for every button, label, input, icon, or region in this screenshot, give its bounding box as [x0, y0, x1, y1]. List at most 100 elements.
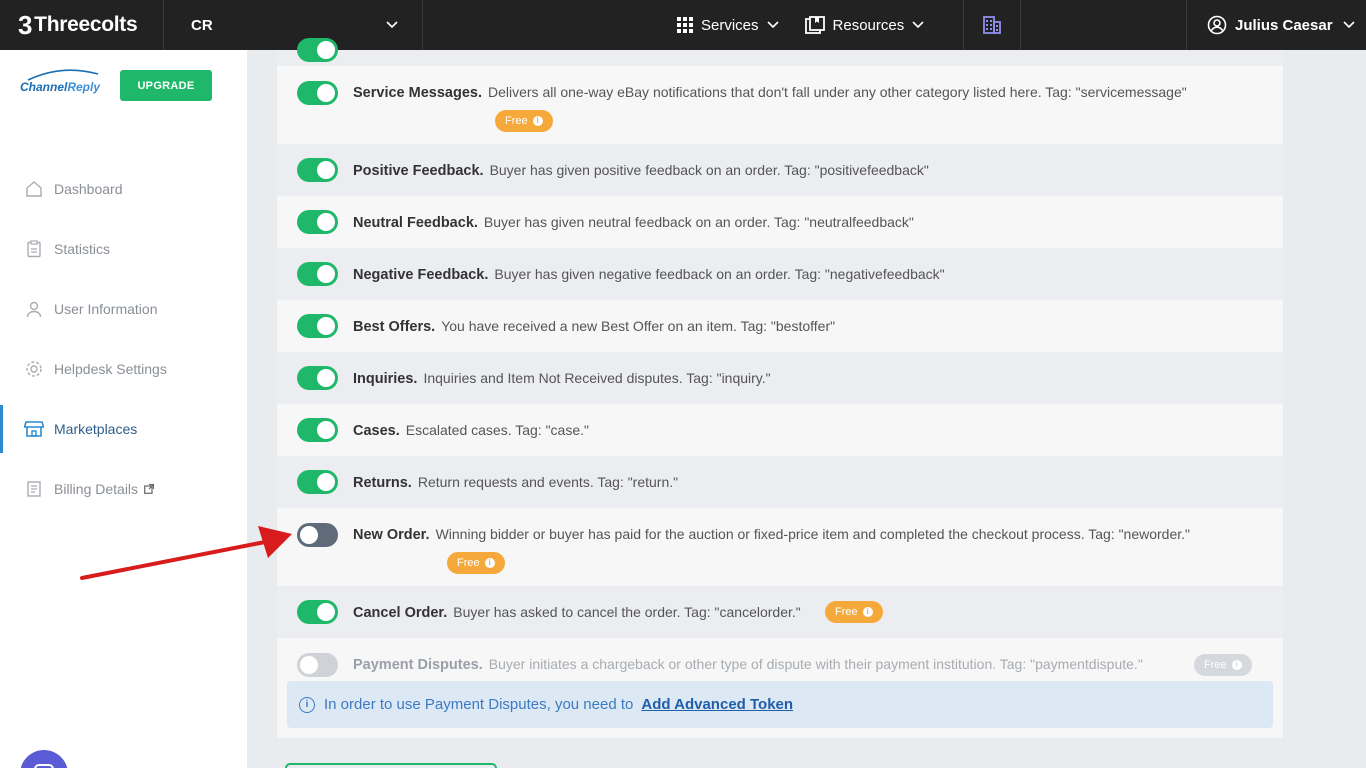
channelreply-logo[interactable]: ChannelReply	[20, 69, 101, 110]
item-title: Service Messages.	[353, 85, 482, 101]
brand-name: Threecolts	[34, 13, 138, 36]
info-icon: i	[484, 558, 495, 568]
grid-icon	[677, 17, 693, 33]
item-description: Buyer initiates a chargeback or other ty…	[488, 656, 1143, 672]
services-menu[interactable]: Services	[677, 17, 779, 34]
sidebar-item-label: User Information	[54, 301, 158, 317]
list-item-partial	[277, 38, 1283, 66]
user-circle-icon	[1207, 15, 1227, 35]
sidebar-item-dashboard[interactable]: Dashboard	[0, 165, 247, 213]
logo-text-b: Reply	[67, 80, 101, 94]
free-badge[interactable]: Free i	[1194, 654, 1252, 676]
account-name: CR	[191, 16, 213, 34]
chevron-down-icon	[1342, 21, 1355, 29]
toggle-positive-feedback[interactable]	[297, 158, 338, 182]
info-icon: i	[532, 116, 543, 126]
list-item-negative-feedback: Negative Feedback. Buyer has given negati…	[277, 248, 1283, 300]
sidebar-item-marketplaces[interactable]: Marketplaces	[0, 405, 247, 453]
sidebar-item-label: Marketplaces	[54, 421, 138, 437]
list-item-service-messages: Service Messages. Delivers all one-way eB…	[277, 66, 1283, 144]
sidebar-item-billing-details[interactable]: Billing Details	[0, 465, 247, 513]
list-item-new-order: New Order. Winning bidder or buyer has pa…	[277, 508, 1283, 586]
sidebar-item-statistics[interactable]: Statistics	[0, 225, 247, 273]
resources-label: Resources	[832, 16, 905, 34]
toggle-payment-disputes[interactable]	[297, 653, 338, 677]
user-name: Julius Caesar	[1235, 16, 1333, 34]
info-icon: i	[1231, 660, 1242, 670]
add-advanced-token-link[interactable]: Add Advanced Token	[641, 696, 793, 713]
item-description: Return requests and events. Tag: "return…	[417, 474, 679, 490]
top-bar: 3 Threecolts CR Services Resources Juliu…	[0, 0, 1366, 50]
sidebar-item-user-information[interactable]: User Information	[0, 285, 247, 333]
sidebar-item-label: Helpdesk Settings	[54, 361, 167, 377]
sidebar-item-label: Statistics	[54, 241, 111, 257]
sidebar-item-label: Billing Details	[54, 481, 139, 497]
user-menu[interactable]: Julius Caesar	[1186, 0, 1366, 50]
free-badge[interactable]: Free i	[825, 601, 883, 623]
list-item-best-offers: Best Offers. You have received a new Best…	[277, 300, 1283, 352]
item-title: New Order.	[353, 527, 430, 543]
item-title: Inquiries.	[353, 371, 418, 387]
upgrade-button[interactable]: UPGRADE	[120, 70, 212, 101]
toggle-new-order[interactable]	[297, 523, 338, 547]
user-icon	[24, 299, 44, 319]
clipboard-icon	[24, 239, 44, 259]
store-icon	[24, 419, 44, 439]
list-item-cancel-order: Cancel Order. Buyer has asked to cancel t…	[277, 586, 1283, 638]
item-title: Cases.	[353, 423, 400, 439]
book-icon	[804, 16, 825, 34]
toggle-returns[interactable]	[297, 470, 338, 494]
badge-label: Free	[505, 115, 528, 127]
item-title: Positive Feedback.	[353, 163, 484, 179]
toggle-cases[interactable]	[297, 418, 338, 442]
info-icon: i	[862, 607, 873, 617]
toggle-cancel-order[interactable]	[297, 600, 338, 624]
threecolts-logo-icon: 3	[18, 9, 33, 40]
toggle-best-offers[interactable]	[297, 314, 338, 338]
item-description: Buyer has given negative feedback on an …	[494, 266, 945, 282]
building-button[interactable]	[963, 0, 1021, 50]
chat-icon	[34, 764, 54, 768]
save-button-partial[interactable]	[285, 763, 497, 768]
sidebar-item-label: Dashboard	[54, 181, 123, 197]
info-circle-icon: i	[299, 696, 315, 713]
sidebar: ChannelReply UPGRADE Dashboard Statistic…	[0, 50, 247, 768]
badge-label: Free	[835, 606, 858, 618]
chevron-down-icon	[912, 21, 924, 29]
item-title: Payment Disputes.	[353, 657, 483, 673]
receipt-icon	[24, 479, 44, 499]
item-title: Cancel Order.	[353, 605, 448, 621]
sidebar-item-helpdesk-settings[interactable]: Helpdesk Settings	[0, 345, 247, 393]
toggle-neutral-feedback[interactable]	[297, 210, 338, 234]
chat-launcher-button[interactable]	[20, 750, 68, 768]
item-title: Negative Feedback.	[353, 267, 489, 283]
list-item-returns: Returns. Return requests and events. Tag:…	[277, 456, 1283, 508]
notice-text: In order to use Payment Disputes, you ne…	[324, 696, 634, 713]
free-badge[interactable]: Free i	[495, 110, 553, 132]
item-description: Delivers all one-way eBay notifications …	[487, 84, 1187, 100]
badge-label: Free	[457, 557, 480, 569]
gear-icon	[24, 359, 44, 379]
toggle-inquiries[interactable]	[297, 366, 338, 390]
item-title: Returns.	[353, 475, 412, 491]
advanced-token-notice: i In order to use Payment Disputes, you …	[287, 681, 1273, 728]
badge-label: Free	[1204, 659, 1227, 671]
external-link-icon	[144, 481, 155, 497]
chevron-down-icon	[766, 21, 779, 29]
brand-logo[interactable]: 3 Threecolts	[0, 0, 164, 50]
toggle-service-messages[interactable]	[297, 81, 338, 105]
toggle-switch[interactable]	[297, 38, 338, 62]
red-arrow-annotation-icon	[80, 526, 292, 580]
toggle-negative-feedback[interactable]	[297, 262, 338, 286]
item-description: Winning bidder or buyer has paid for the…	[435, 526, 1190, 542]
item-description: Buyer has asked to cancel the order. Tag…	[453, 604, 801, 620]
logo-text-a: Channel	[20, 80, 68, 94]
list-item-inquiries: Inquiries. Inquiries and Item Not Receive…	[277, 352, 1283, 404]
item-title: Best Offers.	[353, 319, 436, 335]
item-title: Neutral Feedback.	[353, 215, 478, 231]
free-badge[interactable]: Free i	[447, 552, 505, 574]
resources-menu[interactable]: Resources	[804, 16, 925, 34]
item-description: Buyer has given neutral feedback on an o…	[483, 214, 914, 230]
account-selector[interactable]: CR	[164, 0, 423, 50]
item-description: Buyer has given positive feedback on an …	[489, 162, 929, 178]
